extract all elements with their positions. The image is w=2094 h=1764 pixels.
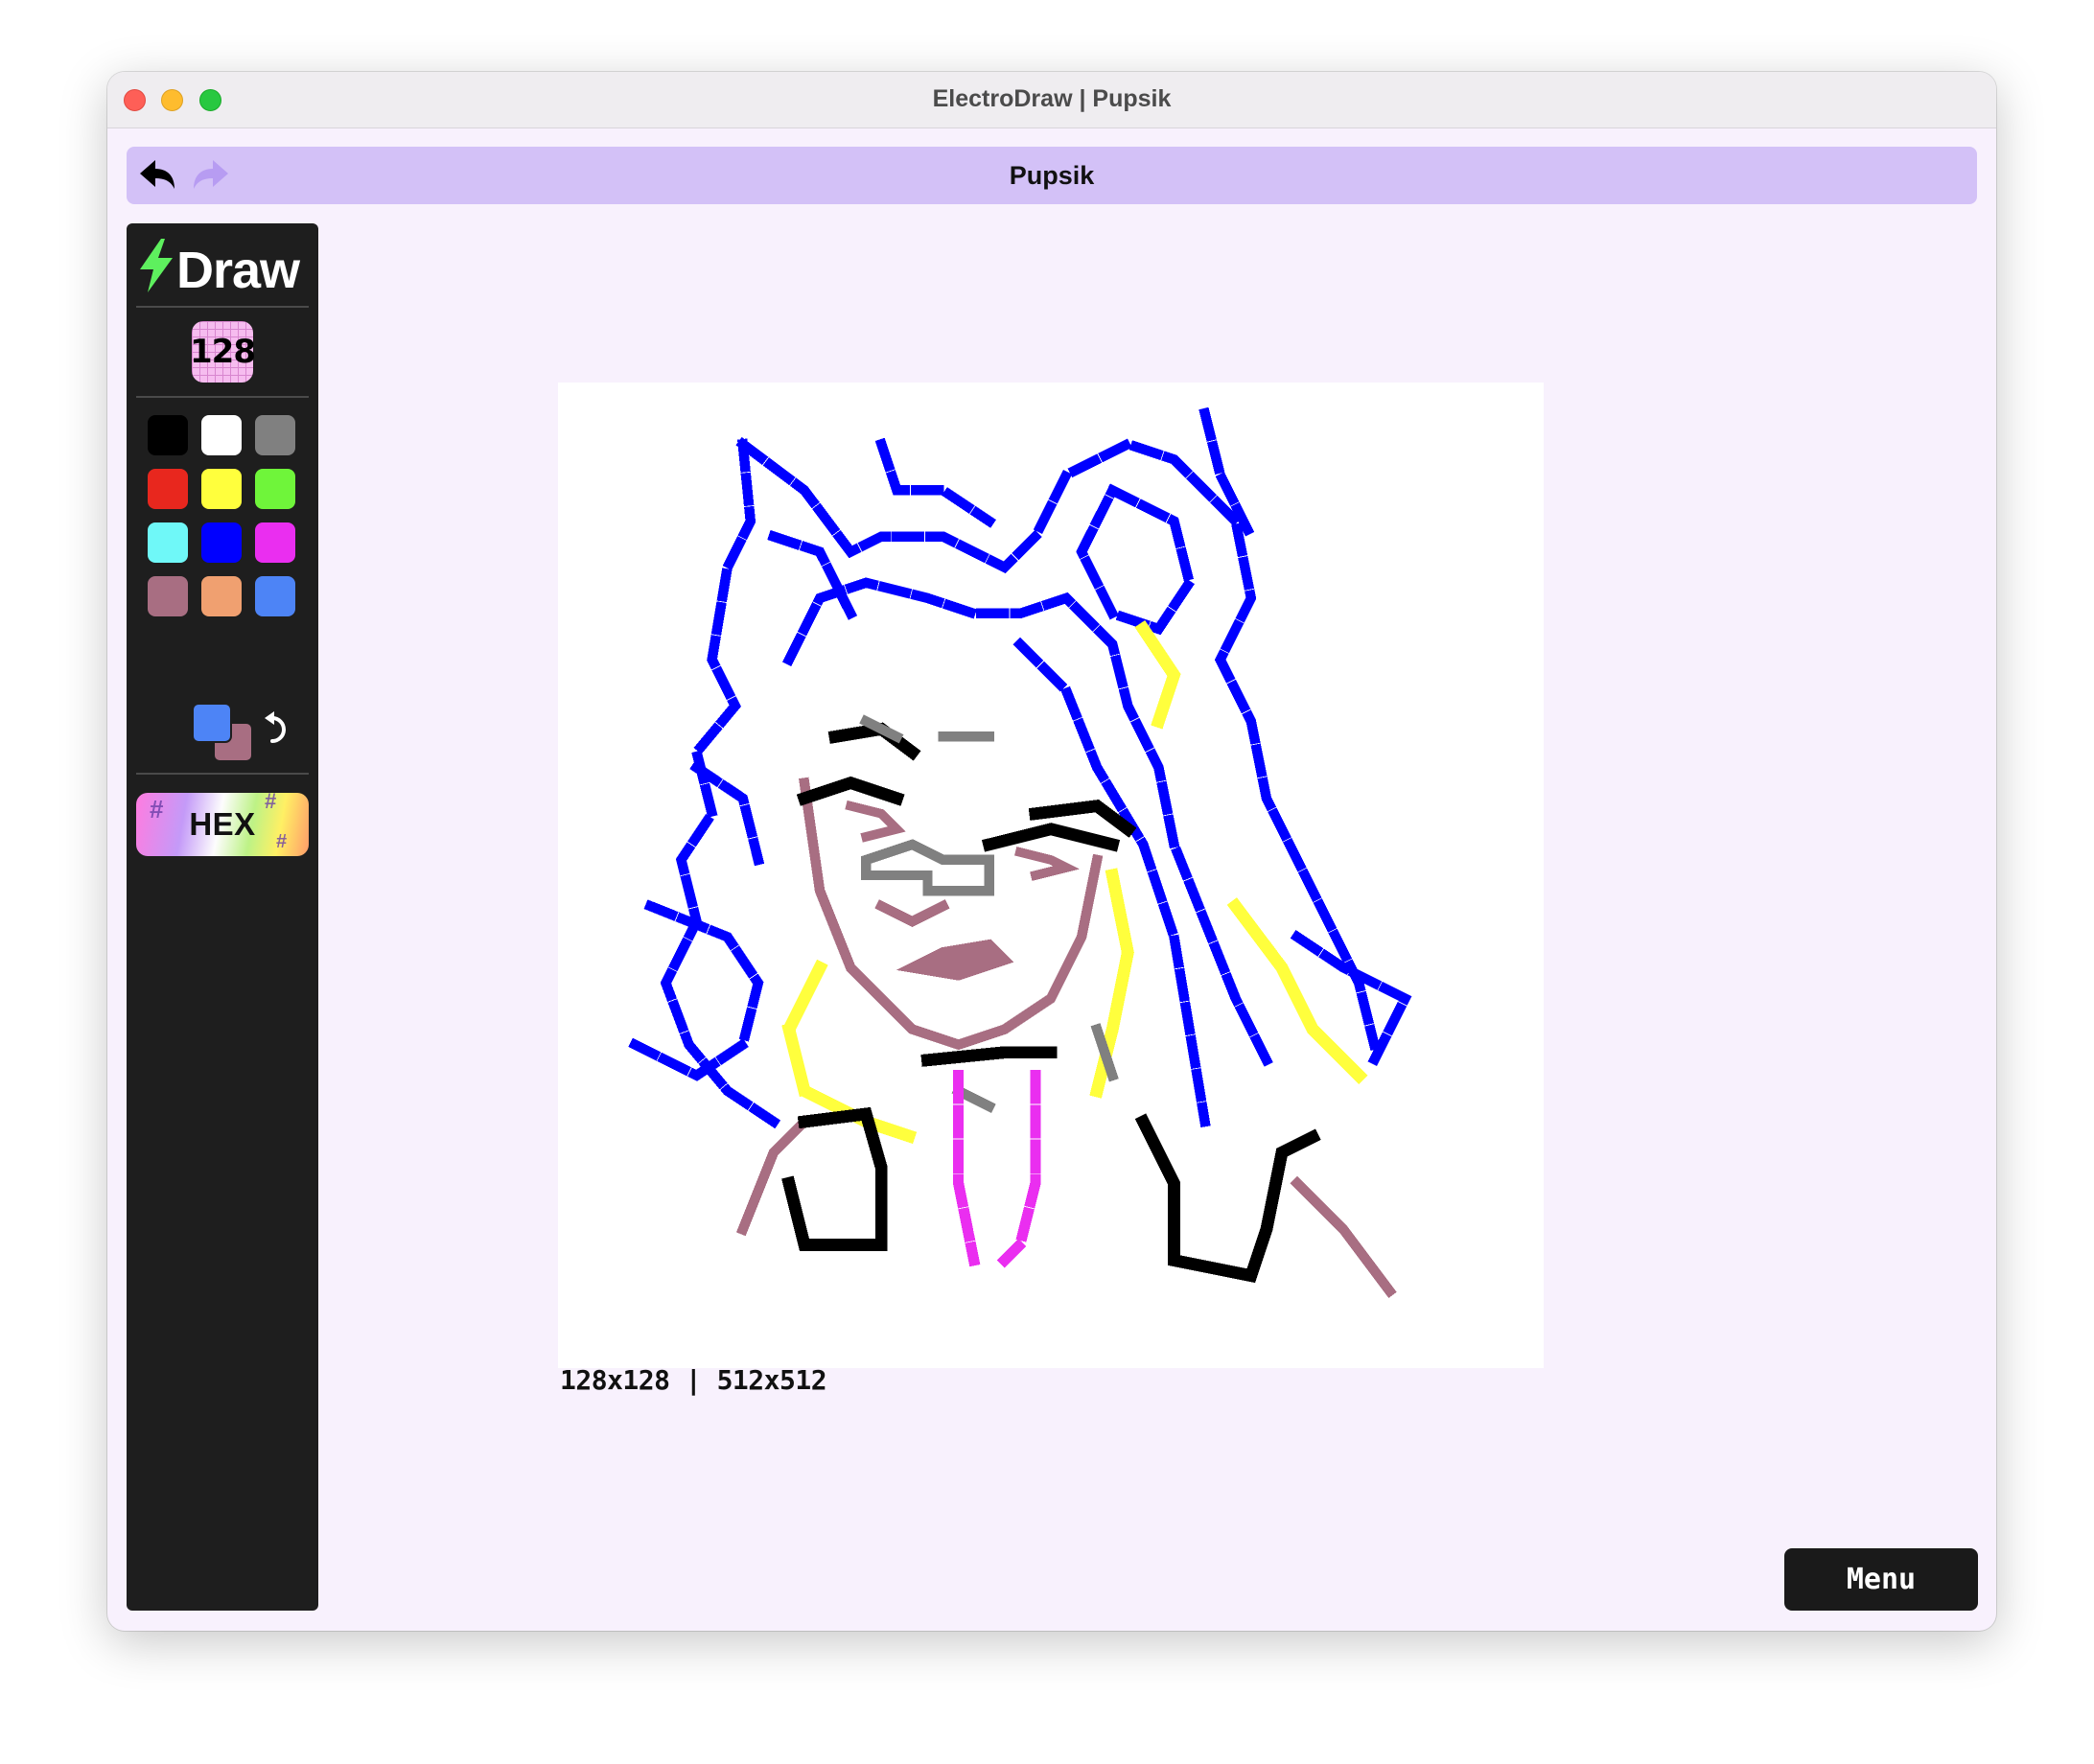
app-logo: Draw [134, 237, 313, 299]
app-window: ElectroDraw | Pupsik Pupsik Draw 128 # #… [107, 72, 1996, 1631]
active-colors [192, 703, 259, 764]
palette-swatch[interactable] [201, 469, 242, 509]
palette-swatch[interactable] [201, 415, 242, 455]
palette-swatch[interactable] [148, 522, 188, 563]
swap-colors-icon[interactable] [263, 710, 297, 749]
grid-size-label: 128 [190, 333, 256, 371]
hex-label: HEX [189, 806, 256, 842]
divider [136, 396, 309, 398]
document-title: Pupsik [1009, 161, 1095, 190]
primary-color-swatch[interactable] [192, 703, 232, 743]
palette-swatch[interactable] [201, 522, 242, 563]
palette-swatch[interactable] [255, 415, 295, 455]
window-title: ElectroDraw | Pupsik [932, 85, 1172, 112]
palette-swatch[interactable] [255, 522, 295, 563]
palette-swatch[interactable] [148, 415, 188, 455]
palette-swatch[interactable] [255, 469, 295, 509]
palette-swatch[interactable] [255, 576, 295, 616]
divider [136, 773, 309, 775]
palette-swatch[interactable] [201, 576, 242, 616]
canvas-size-info: 128x128 | 512x512 [560, 1364, 827, 1396]
drawing-canvas[interactable] [558, 383, 1544, 1368]
hex-color-button[interactable]: # # # HEX [136, 793, 309, 856]
logo-text: Draw [176, 242, 300, 299]
divider [136, 306, 309, 308]
tool-sidebar: Draw 128 # # # HEX [127, 223, 318, 1611]
lightning-bolt-icon [140, 239, 173, 292]
pixel-artwork [628, 406, 1412, 1298]
menu-button[interactable]: Menu [1784, 1548, 1978, 1611]
palette-swatch[interactable] [148, 469, 188, 509]
palette-swatch[interactable] [148, 576, 188, 616]
grid-size-button[interactable]: 128 [190, 321, 256, 383]
title-bar: ElectroDraw | Pupsik [107, 72, 1996, 128]
document-toolbar: Pupsik [127, 147, 1977, 204]
